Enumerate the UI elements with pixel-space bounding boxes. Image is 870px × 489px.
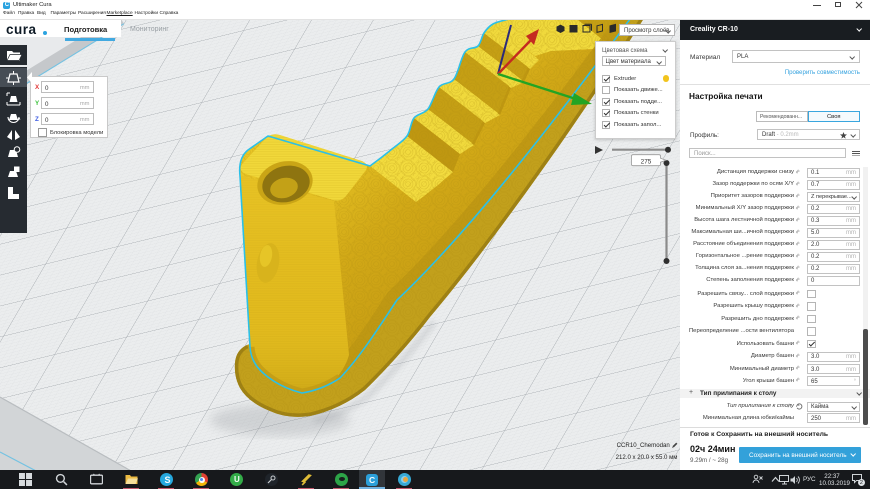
- svg-text:275: 275: [641, 158, 652, 165]
